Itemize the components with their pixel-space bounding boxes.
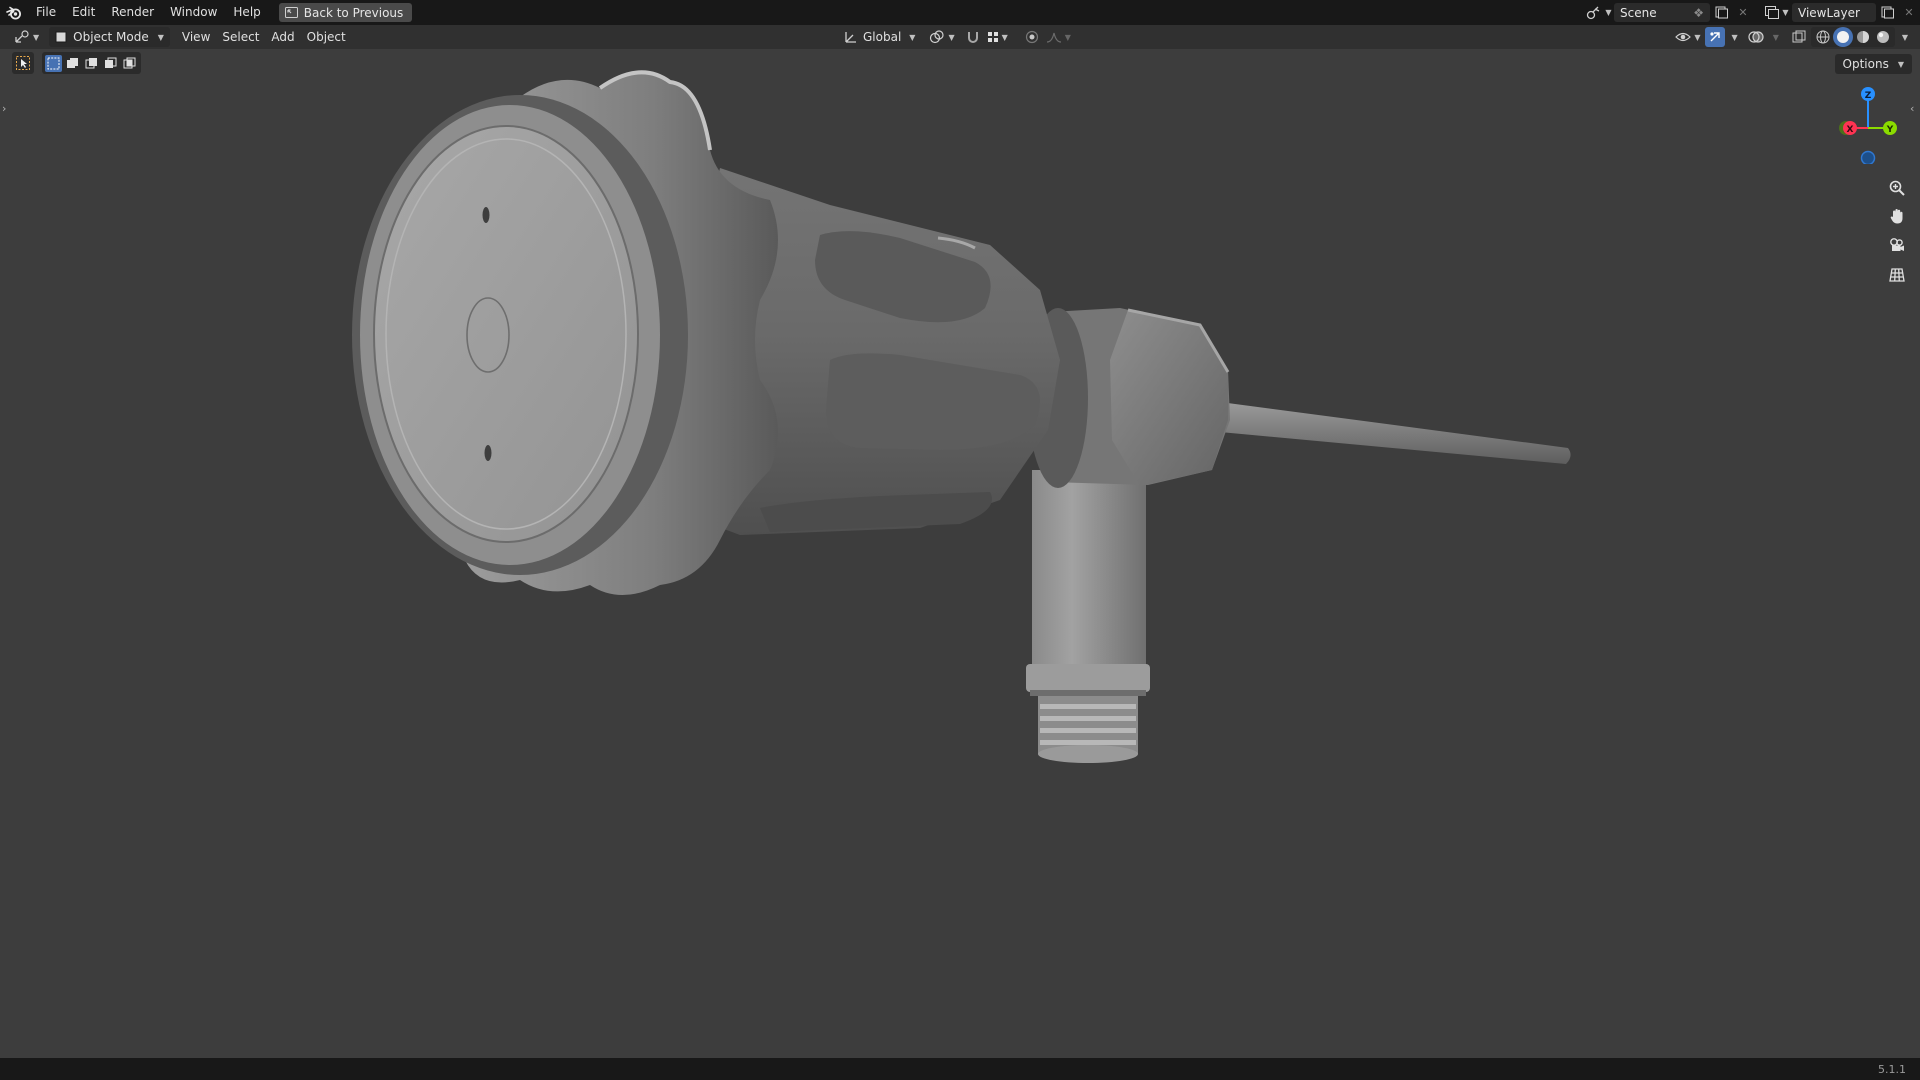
menu-view[interactable]: View (176, 27, 216, 47)
viewport-3d-model[interactable] (0, 0, 1920, 1080)
gizmo-toggle-icon[interactable] (1704, 27, 1725, 47)
wireframe-shading-icon[interactable] (1813, 27, 1833, 47)
overlays-dropdown[interactable]: ▼ (1768, 27, 1781, 47)
gizmo-y-label: Y (1886, 125, 1894, 135)
tool-settings-row (12, 52, 141, 74)
options-label: Options (1842, 57, 1889, 71)
menu-file[interactable]: File (28, 0, 64, 25)
object-mode-icon (55, 31, 67, 43)
camera-icon[interactable] (1884, 232, 1910, 258)
blender-logo-icon[interactable] (0, 0, 28, 25)
menu-select[interactable]: Select (216, 27, 265, 47)
fullscreen-exit-icon (284, 7, 298, 18)
menu-edit[interactable]: Edit (64, 0, 103, 25)
top-bar: File Edit Render Window Help Back to Pre… (0, 0, 1920, 25)
gizmo-dropdown[interactable]: ▼ (1727, 27, 1740, 47)
select-extend-icon[interactable] (64, 55, 81, 72)
menu-add[interactable]: Add (265, 27, 300, 47)
visibility-dropdown[interactable]: ▼ (1673, 27, 1702, 47)
pivot-icon (930, 30, 945, 44)
object-mode-label: Object Mode (73, 30, 149, 44)
select-invert-icon[interactable] (102, 55, 119, 72)
selection-mode-group (42, 52, 141, 74)
pin-icon[interactable]: ❖ (1693, 6, 1704, 20)
menu-render[interactable]: Render (103, 0, 162, 25)
grid-icon[interactable] (1884, 262, 1910, 288)
hand-icon[interactable] (1884, 203, 1910, 229)
back-to-previous-button[interactable]: Back to Previous (278, 3, 413, 22)
xray-toggle-icon[interactable] (1789, 27, 1809, 47)
menu-object[interactable]: Object (301, 27, 352, 47)
select-subtract-icon[interactable] (83, 55, 100, 72)
orientation-global-icon (845, 32, 856, 43)
menu-help[interactable]: Help (225, 0, 268, 25)
object-mode-dropdown[interactable]: Object Mode ▼ (49, 27, 170, 47)
select-new-icon[interactable] (45, 54, 62, 72)
shading-mode-group (1810, 27, 1895, 47)
status-bar: 5.1.1 (0, 1058, 1920, 1080)
scene-name: Scene (1620, 5, 1657, 20)
snap-increment-icon (987, 32, 998, 42)
proportional-falloff-dropdown[interactable]: ▼ (1044, 27, 1073, 47)
transform-orientation-label: Global (863, 30, 902, 44)
pivot-point-dropdown[interactable]: ▼ (923, 27, 960, 47)
transform-orientation-dropdown[interactable]: Global ▼ (838, 27, 921, 47)
overlays-toggle-icon[interactable] (1746, 27, 1766, 47)
toolbar-expand-icon[interactable]: › (2, 102, 6, 115)
options-dropdown[interactable]: Options ▼ (1834, 54, 1912, 74)
shading-dropdown[interactable]: ▼ (1897, 27, 1910, 47)
select-tool-icon[interactable] (12, 52, 34, 74)
rendered-shading-icon[interactable] (1873, 27, 1893, 47)
delete-view-layer-icon[interactable]: ✕ (1898, 3, 1920, 22)
solid-shading-icon[interactable] (1832, 27, 1853, 47)
view-layer-name: ViewLayer (1798, 5, 1860, 20)
3d-viewport-icon (15, 30, 29, 43)
scene-selector-icon[interactable]: ▼ (1584, 3, 1614, 22)
proportional-editing-icon[interactable] (1022, 27, 1042, 47)
new-scene-icon[interactable] (1710, 3, 1732, 22)
falloff-curve-icon (1046, 32, 1061, 43)
version-label: 5.1.1 (1878, 1062, 1906, 1076)
back-to-previous-label: Back to Previous (303, 5, 404, 20)
select-intersect-icon[interactable] (121, 55, 138, 72)
editor-type-button[interactable]: ▼ (8, 27, 45, 47)
snap-target-dropdown[interactable]: ▼ (985, 27, 1010, 47)
selectability-visibility-icon (1675, 32, 1692, 42)
snap-toggle-icon[interactable] (963, 27, 983, 47)
scene-name-field[interactable]: Scene ❖ (1614, 3, 1710, 22)
gizmo-z-label: Z (1865, 91, 1872, 101)
gizmo-x-label: X (1847, 125, 1854, 135)
sidebar-expand-icon[interactable]: ‹ (1910, 102, 1914, 115)
navigation-gizmo[interactable]: Z Y X (1834, 84, 1906, 164)
new-view-layer-icon[interactable] (1876, 3, 1898, 22)
menu-window[interactable]: Window (162, 0, 225, 25)
zoom-icon[interactable] (1884, 175, 1910, 201)
material-preview-shading-icon[interactable] (1853, 27, 1873, 47)
view-layer-field[interactable]: ViewLayer (1792, 3, 1876, 22)
view-layer-selector-icon[interactable]: ▼ (1762, 3, 1792, 22)
viewport-header: ▼ Object Mode ▼ View Select Add Object G… (0, 25, 1920, 49)
delete-scene-icon[interactable]: ✕ (1732, 3, 1754, 22)
